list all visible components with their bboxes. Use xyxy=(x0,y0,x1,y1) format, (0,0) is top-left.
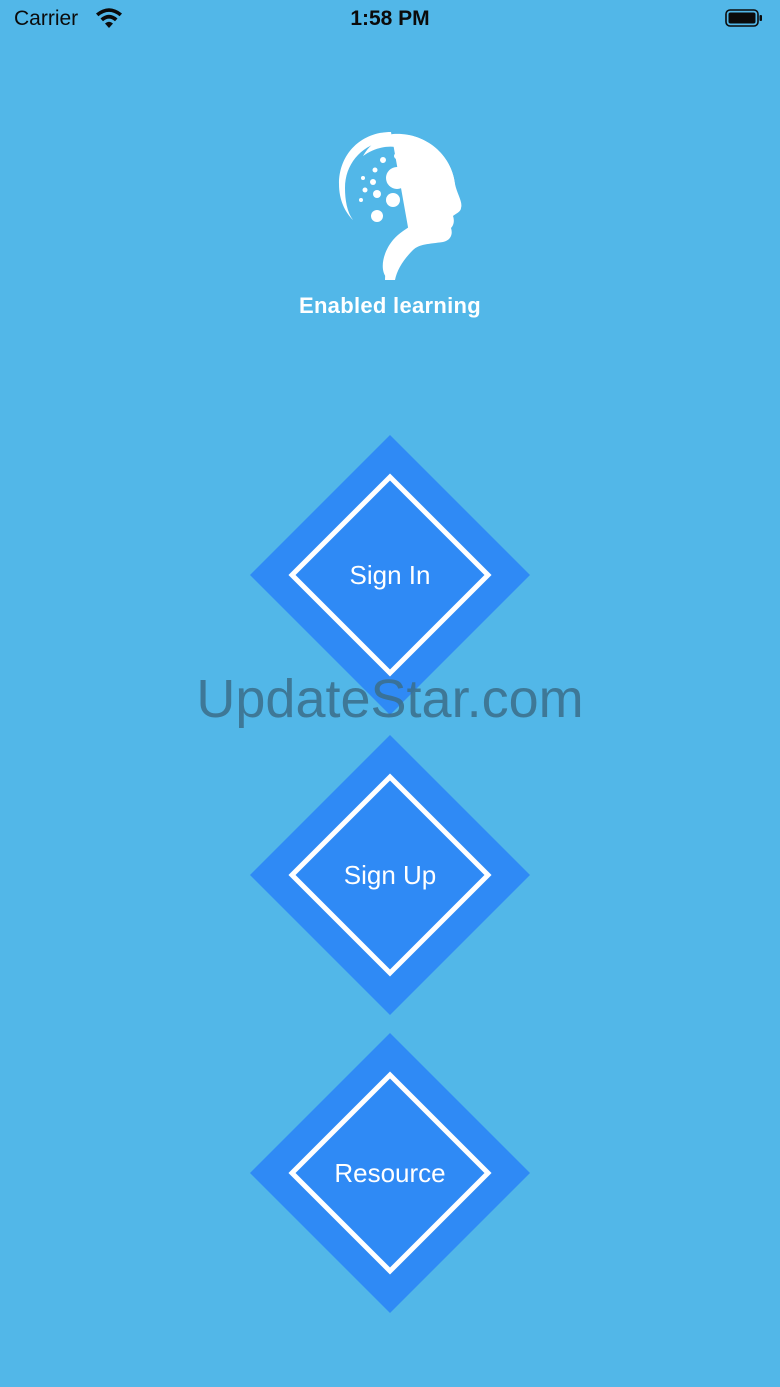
sign-in-label: Sign In xyxy=(349,560,431,590)
clock: 1:58 PM xyxy=(350,7,430,30)
sign-up-label: Sign Up xyxy=(343,860,437,890)
status-bar: Carrier 1:58 PM xyxy=(0,0,780,40)
app-name-title: Enabled learning xyxy=(298,293,482,318)
resource-button[interactable]: Resource xyxy=(250,1033,530,1313)
resource-label: Resource xyxy=(334,1158,446,1188)
brain-head-logo-icon xyxy=(339,132,462,280)
sign-in-button[interactable]: Sign In xyxy=(250,435,530,715)
battery-icon xyxy=(725,9,762,27)
sign-up-button[interactable]: Sign Up xyxy=(250,735,530,1015)
